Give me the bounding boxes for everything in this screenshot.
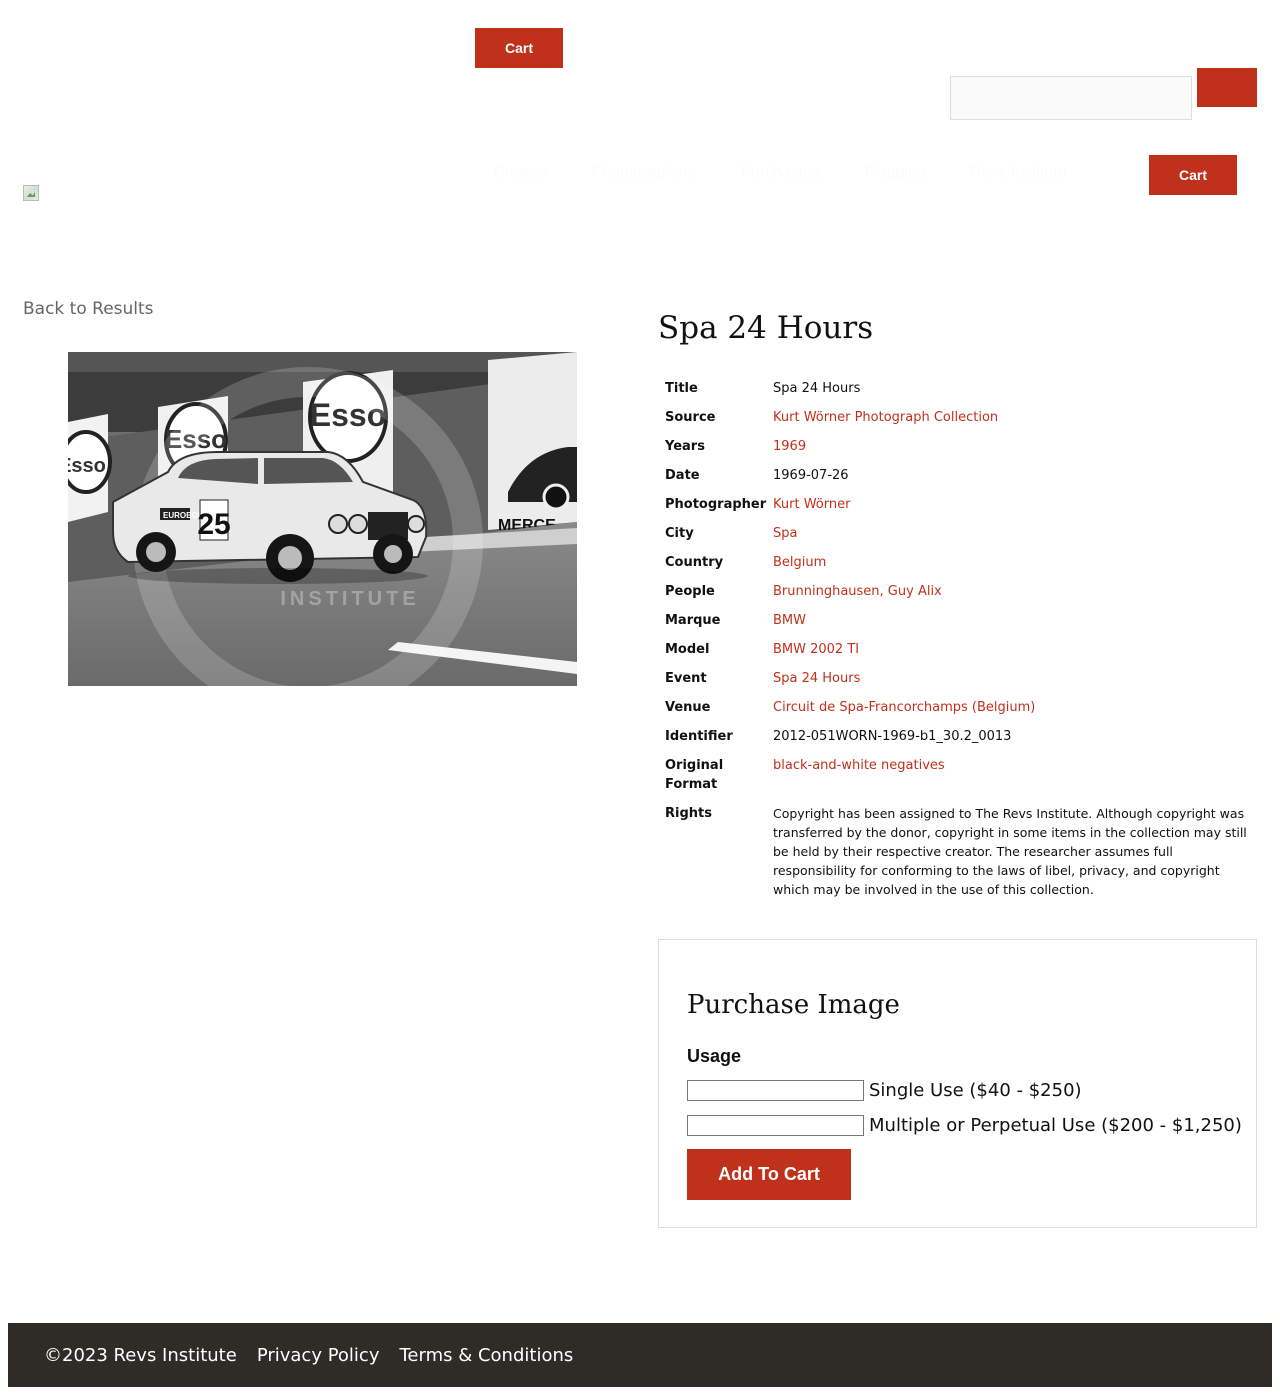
meta-key: Source <box>665 410 716 425</box>
meta-row-title: Title Spa 24 Hours <box>665 379 1255 398</box>
meta-value-link[interactable]: BMW 2002 TI <box>773 640 1255 659</box>
usage-option-single-label: Single Use ($40 - $250) <box>869 1080 1082 1101</box>
meta-value-link[interactable]: black-and-white negatives <box>773 756 1255 794</box>
usage-option-single-field[interactable] <box>687 1080 864 1101</box>
meta-key: Title <box>665 381 698 396</box>
meta-value-link[interactable]: BMW <box>773 611 1255 630</box>
nav-item-revs-institute[interactable]: Revs Institute <box>970 164 1067 182</box>
meta-value-link[interactable]: Spa <box>773 524 1255 543</box>
meta-row-photographer: Photographer Kurt Wörner <box>665 495 1255 514</box>
meta-row-venue: Venue Circuit de Spa-Francorchamps (Belg… <box>665 698 1255 717</box>
usage-option-multiple-label: Multiple or Perpetual Use ($200 - $1,250… <box>869 1115 1242 1136</box>
meta-key: Model <box>665 642 710 657</box>
esso-sign-text-3: Esso <box>68 455 106 477</box>
logo-broken-image-icon[interactable] <box>23 185 39 201</box>
main-nav: Browse Photographers Purchasing Flagging… <box>494 164 1067 182</box>
car-number: 25 <box>197 508 230 541</box>
usage-label: Usage <box>687 1046 742 1066</box>
meta-row-city: City Spa <box>665 524 1255 543</box>
search-button[interactable] <box>1197 68 1257 107</box>
meta-value: 2012-051WORN-1969-b1_30.2_0013 <box>773 729 1012 744</box>
meta-key: Marque <box>665 613 721 628</box>
watermark-text: INSTITUTE <box>280 588 419 610</box>
meta-row-source: Source Kurt Wörner Photograph Collection <box>665 408 1255 427</box>
usage-option-multiple-field[interactable] <box>687 1115 864 1136</box>
footer-terms-link[interactable]: Terms & Conditions <box>399 1345 573 1366</box>
meta-value-link[interactable]: Kurt Wörner <box>773 495 1255 514</box>
meta-row-marque: Marque BMW <box>665 611 1255 630</box>
metadata-table: Title Spa 24 Hours Source Kurt Wörner Ph… <box>665 379 1255 909</box>
meta-value: Spa 24 Hours <box>773 381 861 396</box>
meta-key: Country <box>665 555 724 570</box>
usage-option-single[interactable]: Single Use ($40 - $250) <box>687 1080 1082 1101</box>
nav-item-flagging[interactable]: Flagging <box>864 164 925 182</box>
purchase-title: Purchase Image <box>687 990 900 1020</box>
meta-key: Identifier <box>665 729 733 744</box>
nav-item-purchasing[interactable]: Purchasing <box>740 164 820 182</box>
search-input[interactable] <box>950 76 1192 120</box>
meta-row-rights: Rights Copyright has been assigned to Th… <box>665 804 1255 899</box>
item-photo[interactable]: Esso Esso Esso MERCE INSTITUTE EUROBOR 2… <box>68 352 577 686</box>
nav-item-photographers[interactable]: Photographers <box>591 164 696 182</box>
meta-key: City <box>665 526 694 541</box>
nav-item-browse[interactable]: Browse <box>494 164 547 182</box>
meta-row-model: Model BMW 2002 TI <box>665 640 1255 659</box>
meta-key: Date <box>665 468 700 483</box>
meta-row-date: Date 1969-07-26 <box>665 466 1255 485</box>
meta-key: Event <box>665 671 707 686</box>
meta-row-country: Country Belgium <box>665 553 1255 572</box>
usage-option-multiple[interactable]: Multiple or Perpetual Use ($200 - $1,250… <box>687 1115 1242 1136</box>
meta-key: Venue <box>665 700 711 715</box>
meta-key: Years <box>665 439 705 454</box>
meta-value-link[interactable]: Kurt Wörner Photograph Collection <box>773 408 1255 427</box>
meta-value: 1969-07-26 <box>773 468 849 483</box>
footer-privacy-link[interactable]: Privacy Policy <box>257 1345 380 1366</box>
footer-copyright: ©2023 Revs Institute <box>44 1344 237 1366</box>
page-title: Spa 24 Hours <box>658 310 874 346</box>
top-cart-button[interactable]: Cart <box>475 28 563 68</box>
nav-cart-button[interactable]: Cart <box>1149 155 1237 195</box>
meta-row-identifier: Identifier 2012-051WORN-1969-b1_30.2_001… <box>665 727 1255 746</box>
footer: ©2023 Revs Institute Privacy Policy Term… <box>8 1323 1272 1387</box>
meta-value-link[interactable]: 1969 <box>773 437 1255 456</box>
meta-row-people: People Brunninghausen, Guy Alix <box>665 582 1255 601</box>
meta-value-link[interactable]: Circuit de Spa-Francorchamps (Belgium) <box>773 698 1255 717</box>
meta-key: Photographer <box>665 497 767 512</box>
meta-row-years: Years 1969 <box>665 437 1255 456</box>
meta-key: Rights <box>665 806 712 821</box>
meta-row-original-format: Original Format black-and-white negative… <box>665 756 1255 794</box>
add-to-cart-button[interactable]: Add To Cart <box>687 1149 851 1200</box>
purchase-panel: Purchase Image Usage Single Use ($40 - $… <box>658 939 1257 1228</box>
photo-illustration: Esso Esso Esso MERCE INSTITUTE EUROBOR 2… <box>68 352 577 686</box>
meta-row-event: Event Spa 24 Hours <box>665 669 1255 688</box>
meta-value-link[interactable]: Belgium <box>773 553 1255 572</box>
meta-value: Copyright has been assigned to The Revs … <box>773 806 1247 897</box>
meta-key: People <box>665 584 715 599</box>
meta-key: Original Format <box>665 758 724 792</box>
back-to-results-link[interactable]: Back to Results <box>23 299 154 319</box>
meta-value-link[interactable]: Brunninghausen, Guy Alix <box>773 582 1255 601</box>
meta-value-link[interactable]: Spa 24 Hours <box>773 669 1255 688</box>
